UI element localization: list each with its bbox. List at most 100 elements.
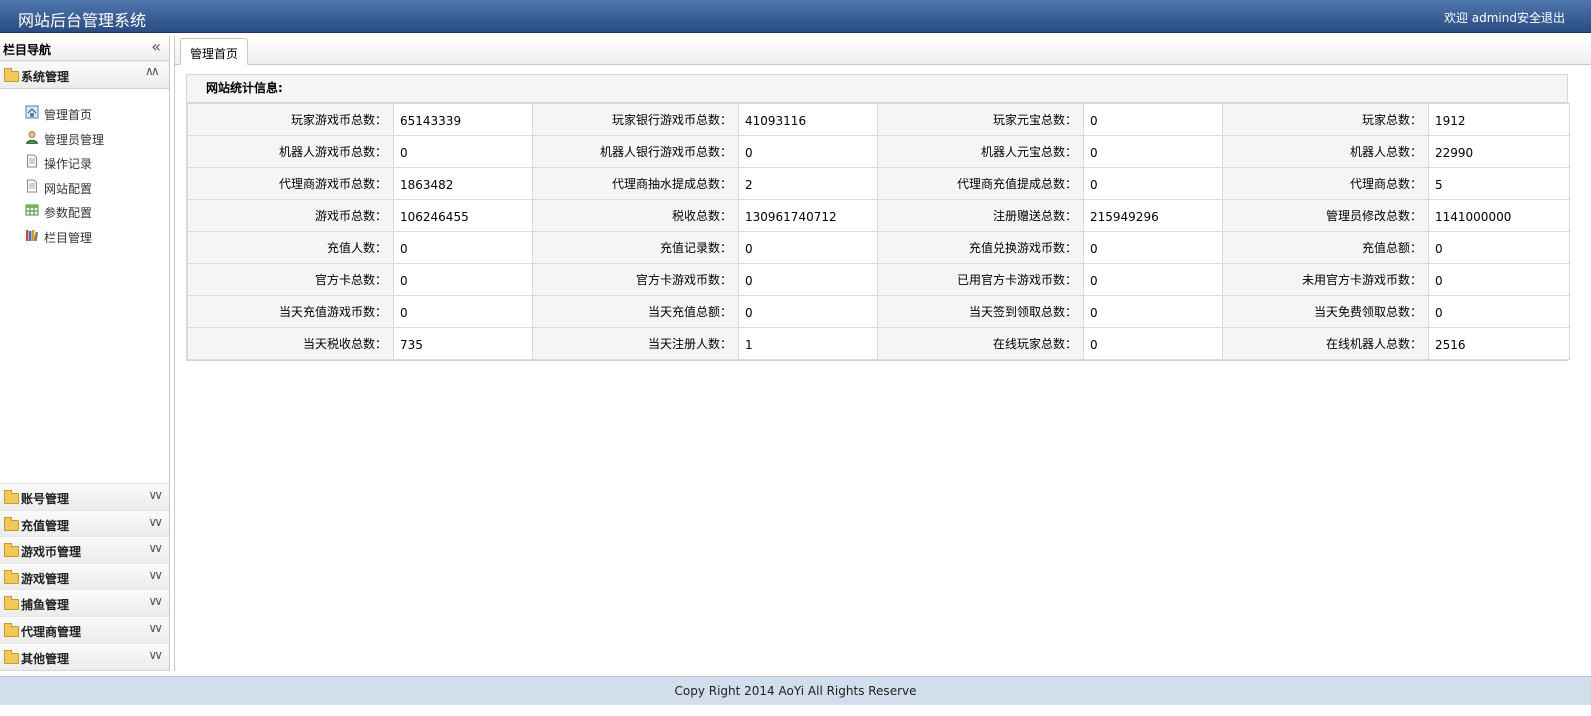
stat-value: 0 — [738, 263, 878, 296]
stats-table: 玩家游戏币总数： 65143339 玩家银行游戏币总数： 41093116 玩家元宝总数… — [187, 103, 1570, 360]
stat-value: 1863482 — [393, 167, 533, 200]
stat-value: 0 — [1083, 231, 1223, 264]
logout-link[interactable]: 安全退出 — [1517, 11, 1565, 25]
stats-row: 当天充值游戏币数： 0 当天充值总额： 0 当天签到领取总数： 0 当天免费领取总数： 0 — [187, 295, 1570, 328]
stats-panel: 网站统计信息: 玩家游戏币总数： 65143339 玩家银行游戏币总数： 410931… — [186, 74, 1570, 361]
tab-label: 管理首页 — [190, 47, 239, 61]
stat-label: 当天免费领取总数： — [1222, 295, 1429, 328]
stats-row: 官方卡总数： 0 官方卡游戏币数： 0 已用官方卡游戏币数： 0 未用官方卡游戏币数： 0 — [187, 263, 1570, 296]
home-icon — [25, 105, 39, 119]
username: admind — [1471, 11, 1517, 25]
stat-label: 机器人游戏币总数： — [187, 135, 394, 168]
folder-icon — [4, 596, 19, 611]
stat-label: 注册赠送总数： — [877, 199, 1084, 232]
stat-value: 0 — [1083, 135, 1223, 168]
sidebar: 栏目导航 « 系统管理 ∨∨ 管理首页 管理员管理 操作记录 网站配置 参数配置 栏目管理… — [0, 36, 170, 671]
group-label: 代理商管理 — [21, 625, 82, 639]
chevron-down-icon: ∨∨ — [148, 488, 162, 502]
welcome-prefix: 欢迎 — [1443, 11, 1472, 25]
stat-label: 玩家总数： — [1222, 103, 1429, 136]
books-icon — [25, 228, 39, 242]
group-header[interactable]: 游戏管理 ∨∨ — [0, 562, 169, 591]
stats-row: 当天税收总数： 735 当天注册人数： 1 在线玩家总数： 0 在线机器人总数： 2516 — [187, 327, 1570, 360]
stat-label: 代理商游戏币总数： — [187, 167, 394, 200]
group-label: 捕鱼管理 — [21, 598, 70, 613]
group-header[interactable]: 其他管理 ∨∨ — [0, 642, 169, 671]
app-title: 网站后台管理系统 — [18, 11, 147, 30]
folder-icon — [4, 543, 19, 558]
stat-label: 代理商抽水提成总数： — [532, 167, 739, 200]
group-header[interactable]: 账号管理 ∨∨ — [0, 483, 169, 511]
stat-label: 充值人数： — [187, 231, 394, 264]
welcome-area: 欢迎 admind安全退出 — [1444, 9, 1565, 26]
stat-value: 5 — [1428, 167, 1570, 200]
document-icon — [25, 154, 39, 168]
stat-value: 0 — [1083, 327, 1223, 360]
stats-row: 游戏币总数： 106246455 税收总数： 130961740712 注册赠送总数： 2… — [187, 199, 1570, 232]
stat-label: 在线玩家总数： — [877, 327, 1084, 360]
stat-label: 游戏币总数： — [187, 199, 394, 232]
group-header[interactable]: 游戏币管理 ∨∨ — [0, 536, 169, 565]
stat-value: 0 — [393, 295, 533, 328]
stat-value: 0 — [393, 231, 533, 264]
stat-value: 0 — [393, 135, 533, 168]
chevron-down-icon: ∨∨ — [148, 567, 162, 582]
stat-value: 0 — [1083, 167, 1223, 200]
stat-value: 1 — [738, 327, 878, 360]
stat-value: 1912 — [1428, 103, 1570, 136]
stats-row: 代理商游戏币总数： 1863482 代理商抽水提成总数： 2 代理商充值提成总数： 0 代理… — [187, 167, 1570, 200]
stat-label: 机器人银行游戏币总数： — [532, 135, 739, 168]
stat-value: 65143339 — [393, 103, 533, 136]
stat-value: 0 — [1428, 263, 1570, 296]
stat-value: 0 — [738, 135, 878, 168]
stat-value: 0 — [393, 263, 533, 296]
group-header[interactable]: 代理商管理 ∨∨ — [0, 616, 169, 644]
group-header[interactable]: 捕鱼管理 ∨∨ — [0, 589, 169, 618]
chevron-up-icon: ∨∨ — [148, 65, 160, 79]
collapse-sidebar-icon[interactable]: « — [151, 37, 161, 56]
group-label: 游戏管理 — [21, 571, 70, 586]
stats-title: 网站统计信息: — [187, 75, 1567, 103]
stat-label: 机器人元宝总数： — [877, 135, 1084, 168]
stats-row: 机器人游戏币总数： 0 机器人银行游戏币总数： 0 机器人元宝总数： 0 机器人总数： 229… — [187, 135, 1570, 168]
stats-row: 充值人数： 0 充值记录数： 0 充值兑换游戏币数： 0 充值总额： 0 — [187, 231, 1570, 264]
group-label: 充值管理 — [21, 518, 70, 533]
stat-label: 充值总额： — [1222, 231, 1429, 264]
stat-label: 代理商充值提成总数： — [877, 167, 1084, 200]
stat-label: 官方卡总数： — [187, 263, 394, 296]
menu-item-label: 管理首页 — [44, 108, 93, 122]
stat-value: 0 — [1428, 231, 1570, 264]
folder-icon — [4, 68, 19, 82]
stat-value: 215949296 — [1083, 199, 1223, 232]
stat-label: 机器人总数： — [1222, 135, 1429, 168]
stat-label: 当天签到领取总数： — [877, 295, 1084, 328]
tab-home[interactable]: 管理首页 — [180, 38, 248, 65]
document-icon — [25, 179, 39, 193]
nav-title-bar: 栏目导航 « — [0, 36, 169, 61]
chevron-down-icon: ∨∨ — [148, 541, 162, 556]
chevron-down-icon: ∨∨ — [148, 621, 162, 635]
user-icon — [25, 130, 39, 144]
menu-item-label: 操作记录 — [44, 157, 93, 172]
group-label: 系统管理 — [21, 70, 70, 84]
tab-bar: 管理首页 — [175, 36, 1591, 65]
chevron-down-icon: ∨∨ — [148, 647, 162, 662]
nav-title: 栏目导航 — [3, 43, 52, 57]
folder-icon — [4, 649, 19, 664]
stat-label: 代理商总数： — [1222, 167, 1429, 200]
stat-label: 在线机器人总数： — [1222, 327, 1429, 360]
stat-label: 已用官方卡游戏币数： — [877, 263, 1084, 296]
stat-label: 充值记录数： — [532, 231, 739, 264]
folder-icon — [4, 490, 19, 504]
menu-item-label: 管理员管理 — [44, 132, 105, 147]
menu-item-label: 网站配置 — [44, 181, 93, 196]
stat-label: 当天税收总数： — [187, 327, 394, 360]
stat-label: 当天充值游戏币数： — [187, 295, 394, 328]
group-label: 账号管理 — [21, 492, 70, 506]
stat-label: 官方卡游戏币数： — [532, 263, 739, 296]
footer: Copy Right 2014 AoYi All Rights Reserve — [0, 676, 1591, 705]
group-header[interactable]: 充值管理 ∨∨ — [0, 509, 169, 538]
menu-item-label: 参数配置 — [44, 206, 93, 221]
group-header-system[interactable]: 系统管理 ∨∨ — [0, 61, 169, 89]
stat-value: 106246455 — [393, 199, 533, 232]
